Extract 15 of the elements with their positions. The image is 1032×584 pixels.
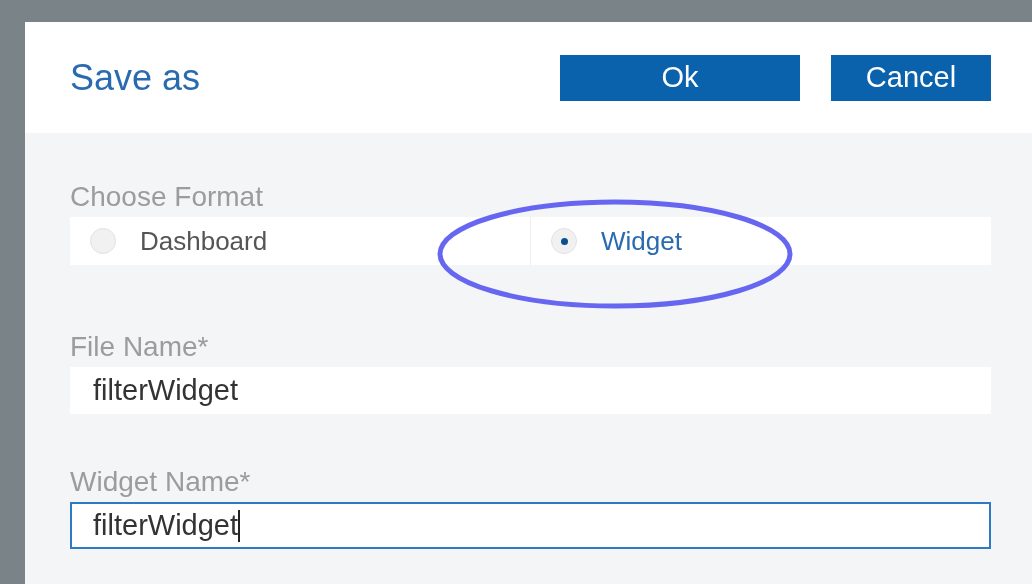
field-label: File Name* (70, 331, 210, 363)
text-field[interactable]: filterWidget (70, 502, 991, 549)
radio-label[interactable]: Dashboard (140, 221, 268, 261)
field-value: filterWidget (93, 372, 239, 408)
field-value: filterWidget (93, 507, 239, 543)
text-caret (238, 509, 241, 542)
radio-button[interactable] (551, 228, 577, 254)
field-label: Widget Name* (70, 466, 252, 498)
cancel-button[interactable]: Cancel (831, 54, 991, 101)
dialog-title: Save as (70, 55, 202, 100)
radio-button[interactable] (90, 228, 116, 254)
radio-label[interactable]: Widget (601, 221, 682, 261)
ok-button[interactable]: Ok (560, 54, 800, 101)
field-label: Choose Format (70, 181, 264, 213)
text-field[interactable]: filterWidget (70, 367, 991, 414)
